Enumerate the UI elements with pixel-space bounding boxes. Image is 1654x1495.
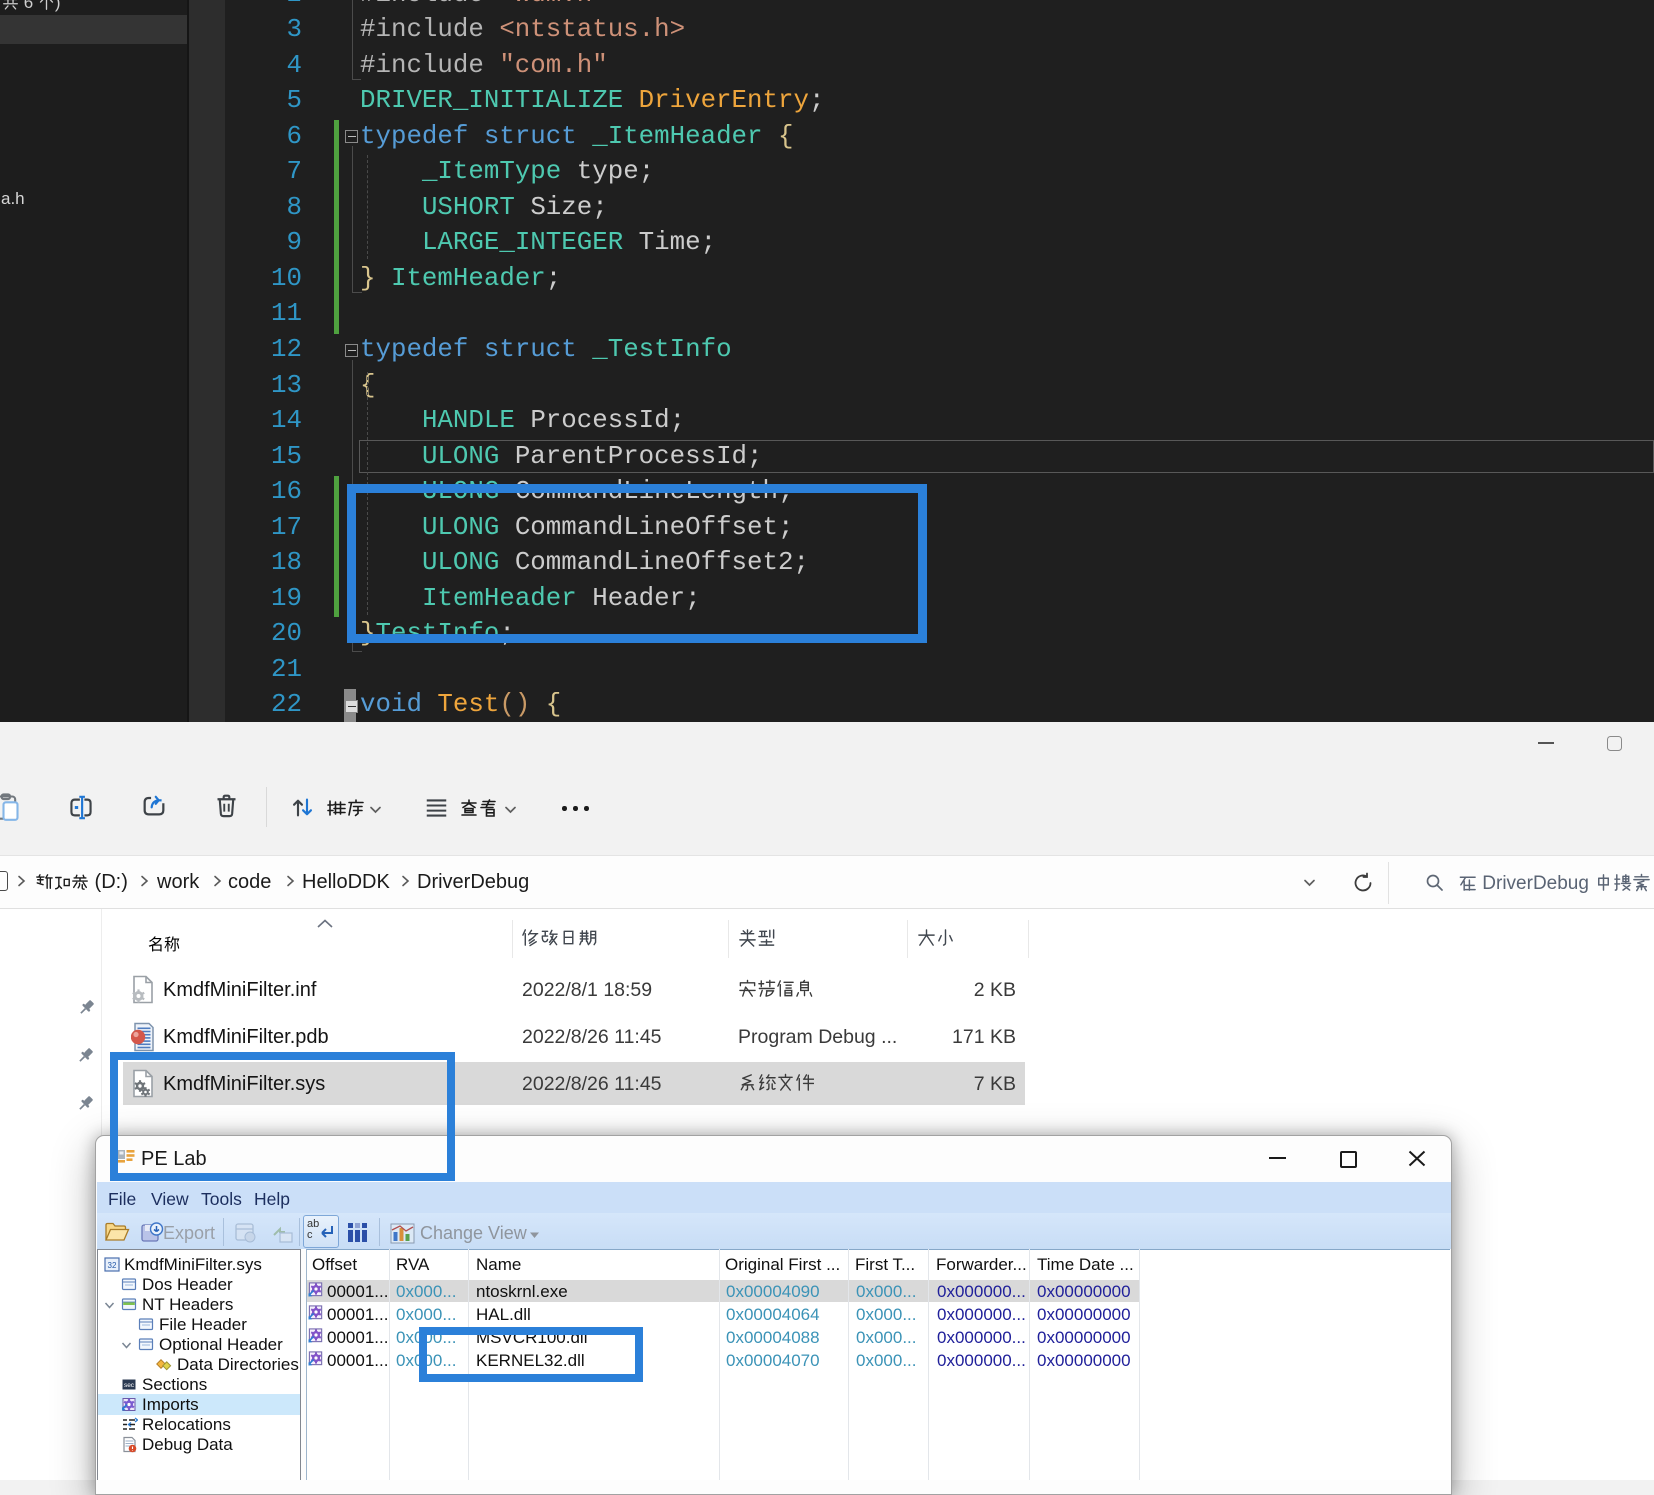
svg-text:32: 32 [108, 1261, 117, 1270]
svg-text:sec: sec [124, 1382, 135, 1389]
